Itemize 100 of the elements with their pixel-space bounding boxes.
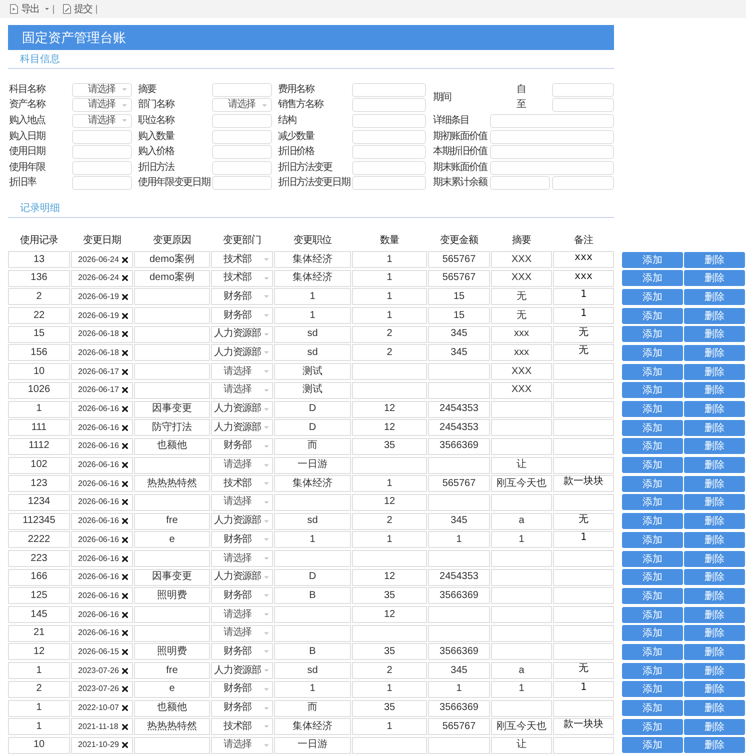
select-field[interactable]: 技术部 bbox=[211, 251, 273, 268]
text-field[interactable]: 156 bbox=[8, 344, 70, 362]
text-field[interactable] bbox=[134, 307, 210, 324]
close-icon[interactable] bbox=[122, 462, 128, 468]
select-field[interactable]: 技术部 bbox=[211, 270, 273, 287]
date-field[interactable]: 2026-06-16 bbox=[71, 624, 133, 642]
text-field[interactable]: 565767 bbox=[428, 718, 490, 736]
input-field[interactable] bbox=[72, 160, 132, 175]
text-field[interactable] bbox=[134, 288, 210, 306]
text-field[interactable]: 35 bbox=[352, 643, 427, 660]
textarea-field[interactable] bbox=[553, 568, 614, 586]
text-field[interactable]: 10 bbox=[8, 736, 70, 754]
input-field[interactable] bbox=[72, 145, 132, 160]
date-field[interactable]: 2021-10-29 bbox=[71, 736, 133, 754]
text-field[interactable]: 15 bbox=[428, 307, 490, 324]
close-icon[interactable] bbox=[122, 256, 128, 262]
close-icon[interactable] bbox=[122, 406, 128, 412]
date-field[interactable]: 2026-06-16 bbox=[71, 531, 133, 548]
textarea-field[interactable]: xxx bbox=[553, 251, 614, 268]
textarea-field[interactable]: 1 bbox=[553, 307, 614, 324]
textarea-field[interactable]: 款一块块 bbox=[553, 718, 614, 736]
select-field[interactable]: 人力资源部 bbox=[211, 400, 273, 418]
text-field[interactable]: 12 bbox=[8, 643, 70, 660]
select-field[interactable]: 请选择 bbox=[211, 550, 273, 567]
text-field[interactable]: 12 bbox=[352, 494, 427, 511]
select-field[interactable]: 人力资源部 bbox=[211, 662, 273, 680]
text-field[interactable]: 223 bbox=[8, 550, 70, 567]
text-field[interactable] bbox=[134, 494, 210, 511]
text-field[interactable]: 也额他 bbox=[134, 438, 210, 455]
text-field[interactable]: xxx bbox=[491, 326, 552, 343]
close-icon[interactable] bbox=[122, 556, 128, 562]
text-field[interactable] bbox=[491, 624, 552, 642]
input-field[interactable] bbox=[352, 160, 426, 175]
text-field[interactable]: 2 bbox=[8, 288, 70, 306]
text-field[interactable]: 2 bbox=[8, 680, 70, 698]
date-field[interactable]: 2026-06-15 bbox=[71, 643, 133, 660]
select-field[interactable]: 财务部 bbox=[211, 587, 273, 604]
text-field[interactable]: 1 bbox=[428, 680, 490, 698]
text-field[interactable]: 刚互今天也 bbox=[491, 475, 552, 492]
text-field[interactable] bbox=[352, 382, 427, 399]
select-field[interactable]: 请选择 bbox=[211, 736, 273, 754]
text-field[interactable]: 22 bbox=[8, 307, 70, 324]
text-field[interactable] bbox=[428, 494, 490, 511]
text-field[interactable] bbox=[428, 363, 490, 380]
text-field[interactable]: 1 bbox=[491, 531, 552, 548]
close-icon[interactable] bbox=[122, 312, 128, 319]
textarea-field[interactable]: 无 bbox=[553, 662, 614, 680]
text-field[interactable] bbox=[274, 624, 351, 642]
text-field[interactable]: 145 bbox=[8, 606, 70, 624]
input-field[interactable] bbox=[212, 145, 272, 160]
select-field[interactable]: 请选择 bbox=[211, 494, 273, 511]
input-field[interactable] bbox=[490, 145, 614, 160]
date-field[interactable]: 2026-06-16 bbox=[71, 438, 133, 455]
text-field[interactable]: 1 bbox=[8, 700, 70, 716]
text-field[interactable]: 111 bbox=[8, 419, 70, 436]
date-field[interactable]: 2026-06-18 bbox=[71, 326, 133, 343]
text-field[interactable]: 1 bbox=[8, 662, 70, 680]
input-field[interactable] bbox=[552, 176, 614, 190]
textarea-field[interactable] bbox=[553, 382, 614, 399]
input-field[interactable] bbox=[212, 114, 272, 128]
text-field[interactable]: sd bbox=[274, 662, 351, 680]
select-field[interactable]: 请选择 bbox=[72, 82, 132, 97]
select-field[interactable]: 财务部 bbox=[211, 680, 273, 698]
text-field[interactable] bbox=[134, 326, 210, 343]
text-field[interactable] bbox=[134, 363, 210, 380]
date-field[interactable]: 2026-06-16 bbox=[71, 456, 133, 474]
text-field[interactable]: 1 bbox=[352, 475, 427, 492]
date-field[interactable]: 2023-07-26 bbox=[71, 662, 133, 680]
close-icon[interactable] bbox=[122, 630, 128, 636]
text-field[interactable]: D bbox=[274, 400, 351, 418]
text-field[interactable]: 1234 bbox=[8, 494, 70, 511]
text-field[interactable]: XXX bbox=[491, 363, 552, 380]
text-field[interactable]: sd bbox=[274, 344, 351, 362]
date-field[interactable]: 2026-06-24 bbox=[71, 270, 133, 287]
textarea-field[interactable] bbox=[553, 400, 614, 418]
text-field[interactable] bbox=[428, 456, 490, 474]
select-field[interactable]: 财务部 bbox=[211, 288, 273, 306]
text-field[interactable]: D bbox=[274, 419, 351, 436]
text-field[interactable]: 1 bbox=[274, 531, 351, 548]
text-field[interactable]: demo案例 bbox=[134, 251, 210, 268]
text-field[interactable]: 1 bbox=[428, 531, 490, 548]
select-field[interactable]: 请选择 bbox=[211, 382, 273, 399]
text-field[interactable]: a bbox=[491, 512, 552, 530]
text-field[interactable]: 112345 bbox=[8, 512, 70, 530]
input-field[interactable] bbox=[72, 130, 132, 144]
input-field[interactable] bbox=[490, 176, 550, 190]
text-field[interactable]: D bbox=[274, 568, 351, 586]
text-field[interactable]: 无 bbox=[491, 288, 552, 306]
textarea-field[interactable] bbox=[553, 438, 614, 455]
close-icon[interactable] bbox=[122, 424, 128, 431]
text-field[interactable]: 2 bbox=[352, 344, 427, 362]
text-field[interactable]: 3566369 bbox=[428, 700, 490, 716]
text-field[interactable]: a bbox=[491, 662, 552, 680]
date-field[interactable]: 2026-06-16 bbox=[71, 606, 133, 624]
text-field[interactable]: 2454353 bbox=[428, 400, 490, 418]
text-field[interactable]: 集体经济 bbox=[274, 270, 351, 287]
text-field[interactable]: 102 bbox=[8, 456, 70, 474]
text-field[interactable]: 集体经济 bbox=[274, 251, 351, 268]
text-field[interactable]: 因事变更 bbox=[134, 568, 210, 586]
text-field[interactable] bbox=[491, 606, 552, 624]
